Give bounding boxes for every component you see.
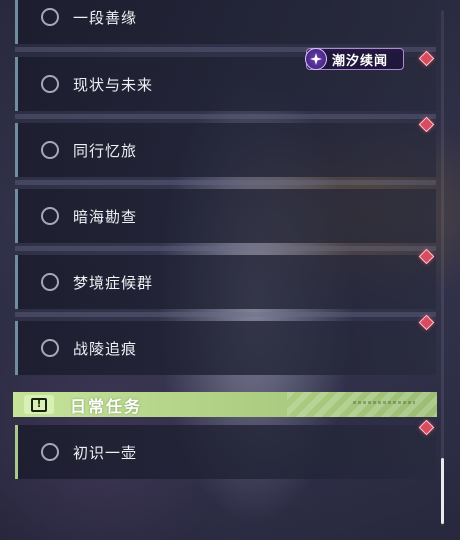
ring-icon	[41, 339, 59, 357]
divider	[15, 114, 436, 119]
quest-item-label: 现状与未来	[73, 75, 154, 94]
quest-item-1[interactable]: 一段善缘	[15, 0, 436, 44]
ring-icon	[41, 273, 59, 291]
quest-item-5[interactable]: 梦境症候群	[15, 255, 436, 309]
divider	[15, 180, 436, 185]
ring-icon	[41, 8, 59, 26]
star-badge-icon	[305, 48, 327, 70]
scrollbar-thumb[interactable]	[441, 458, 444, 524]
quest-list: 一段善缘 现状与未来 同行忆旅 暗海勘查 梦境症候群 战陵追痕 ! 日常任务 初…	[0, 0, 440, 540]
daily-quest-section-header[interactable]: ! 日常任务	[13, 392, 437, 417]
alert-icon: !	[24, 395, 54, 414]
quest-item-label: 战陵追痕	[73, 339, 138, 358]
ring-icon	[41, 141, 59, 159]
quest-item-label: 初识一壶	[73, 443, 138, 462]
ring-icon	[41, 443, 59, 461]
event-badge[interactable]: 潮汐续闻	[305, 48, 404, 70]
quest-item-4[interactable]: 暗海勘查	[15, 189, 436, 243]
ring-icon	[41, 207, 59, 225]
section-title: 日常任务	[70, 396, 143, 416]
event-badge-label: 潮汐续闻	[332, 53, 389, 69]
quest-item-label: 一段善缘	[73, 8, 138, 27]
quest-item-label: 暗海勘查	[73, 207, 138, 226]
quest-item-3[interactable]: 同行忆旅	[15, 123, 436, 177]
divider	[15, 312, 436, 317]
header-decoration	[353, 401, 415, 404]
divider	[15, 246, 436, 251]
quest-item-label: 梦境症候群	[73, 273, 154, 292]
ring-icon	[41, 75, 59, 93]
quest-item-label: 同行忆旅	[73, 141, 138, 160]
quest-item-6[interactable]: 战陵追痕	[15, 321, 436, 375]
header-stripes	[287, 392, 437, 417]
scrollbar-track[interactable]	[441, 10, 444, 526]
daily-quest-item-1[interactable]: 初识一壶	[15, 425, 436, 479]
